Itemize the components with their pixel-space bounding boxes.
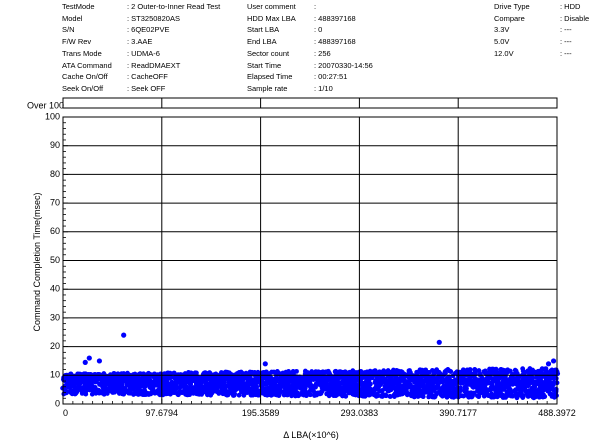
outlier-point [96, 358, 103, 364]
outlier-point [436, 339, 442, 345]
outlier-point [550, 358, 557, 364]
y-tick-label: 30 [50, 312, 60, 322]
x-tick-label: 0 [63, 408, 68, 418]
data-point [387, 393, 393, 399]
outlier-point [121, 332, 127, 338]
x-tick-label: 488.3972 [538, 408, 576, 418]
x-axis-label: Δ LBA(×10^6) [283, 430, 339, 440]
data-point [294, 368, 299, 374]
data-point [83, 391, 89, 397]
data-point [432, 394, 438, 399]
y-axis-label: Command Completion Time(msec) [32, 192, 42, 331]
y-tick-label: 90 [50, 140, 60, 150]
data-point [553, 376, 559, 381]
data-point [420, 394, 426, 400]
outlier-points [82, 332, 557, 367]
data-point [307, 392, 313, 398]
y-tick-label: 10 [50, 370, 60, 380]
over-100-frame [62, 97, 558, 109]
outlier-point [82, 359, 88, 365]
data-point [407, 368, 412, 373]
data-point [543, 366, 549, 372]
data-point [367, 381, 373, 387]
data-point [553, 389, 559, 395]
y-tick-label: 70 [50, 197, 60, 207]
outlier-point [545, 361, 552, 367]
y-tick-label: 80 [50, 169, 60, 179]
outlier-point [86, 355, 92, 361]
data-point [520, 366, 526, 372]
x-tick-label: 97.6794 [146, 408, 179, 418]
data-point-band [60, 366, 561, 401]
y-tick-label: 50 [50, 255, 60, 265]
plot-grid [62, 97, 558, 405]
y-tick-label: 100 [45, 111, 60, 121]
data-point [508, 393, 514, 399]
data-point [448, 369, 454, 374]
x-tick-label: 293.0383 [341, 408, 379, 418]
data-point [520, 395, 526, 401]
y-tick-label: 60 [50, 226, 60, 236]
x-tick-label: 195.3589 [242, 408, 280, 418]
outlier-point [262, 361, 268, 367]
y-tick-label: 20 [50, 341, 60, 351]
data-point [542, 394, 548, 399]
y-tick-label: 0 [55, 398, 60, 408]
scatter-chart: 0 10 20 30 40 50 60 70 80 90 100 0 97.6794 195.3589 29… [27, 97, 576, 440]
x-tick-label: 390.7177 [439, 408, 477, 418]
over-100-label: Over 100 [27, 100, 64, 110]
data-point [232, 391, 238, 397]
y-tick-label: 40 [50, 284, 60, 294]
data-point [367, 385, 373, 391]
